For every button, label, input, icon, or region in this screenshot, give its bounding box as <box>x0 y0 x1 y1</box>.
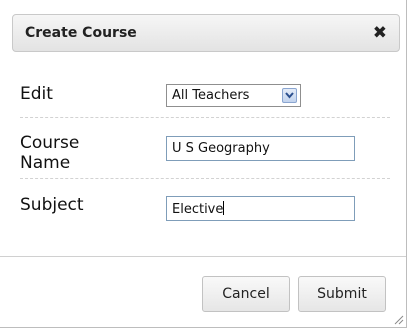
create-course-dialog: Create Course ✖ Edit All Teachers Course… <box>0 0 407 328</box>
edit-label: Edit <box>20 84 53 104</box>
close-icon[interactable]: ✖ <box>373 22 387 44</box>
edit-select-value: All Teachers <box>172 88 250 103</box>
subject-label: Subject <box>20 195 84 215</box>
subject-input-value: Elective <box>172 202 224 217</box>
subject-input[interactable]: Elective <box>166 196 355 221</box>
dialog-title: Create Course <box>25 25 137 41</box>
resize-grip-icon[interactable] <box>392 313 404 325</box>
row-divider <box>20 117 390 118</box>
text-caret <box>223 201 225 215</box>
dialog-titlebar[interactable]: Create Course ✖ <box>12 14 400 52</box>
cancel-button[interactable]: Cancel <box>202 276 290 312</box>
course-name-label-line2: Name <box>20 153 71 173</box>
chevron-down-icon[interactable] <box>282 88 297 103</box>
footer-divider <box>0 256 406 257</box>
submit-button[interactable]: Submit <box>298 276 386 312</box>
edit-select[interactable]: All Teachers <box>166 84 301 107</box>
course-name-label-line1: Course <box>20 133 80 153</box>
course-name-input[interactable]: U S Geography <box>166 136 355 161</box>
row-divider <box>20 178 390 179</box>
